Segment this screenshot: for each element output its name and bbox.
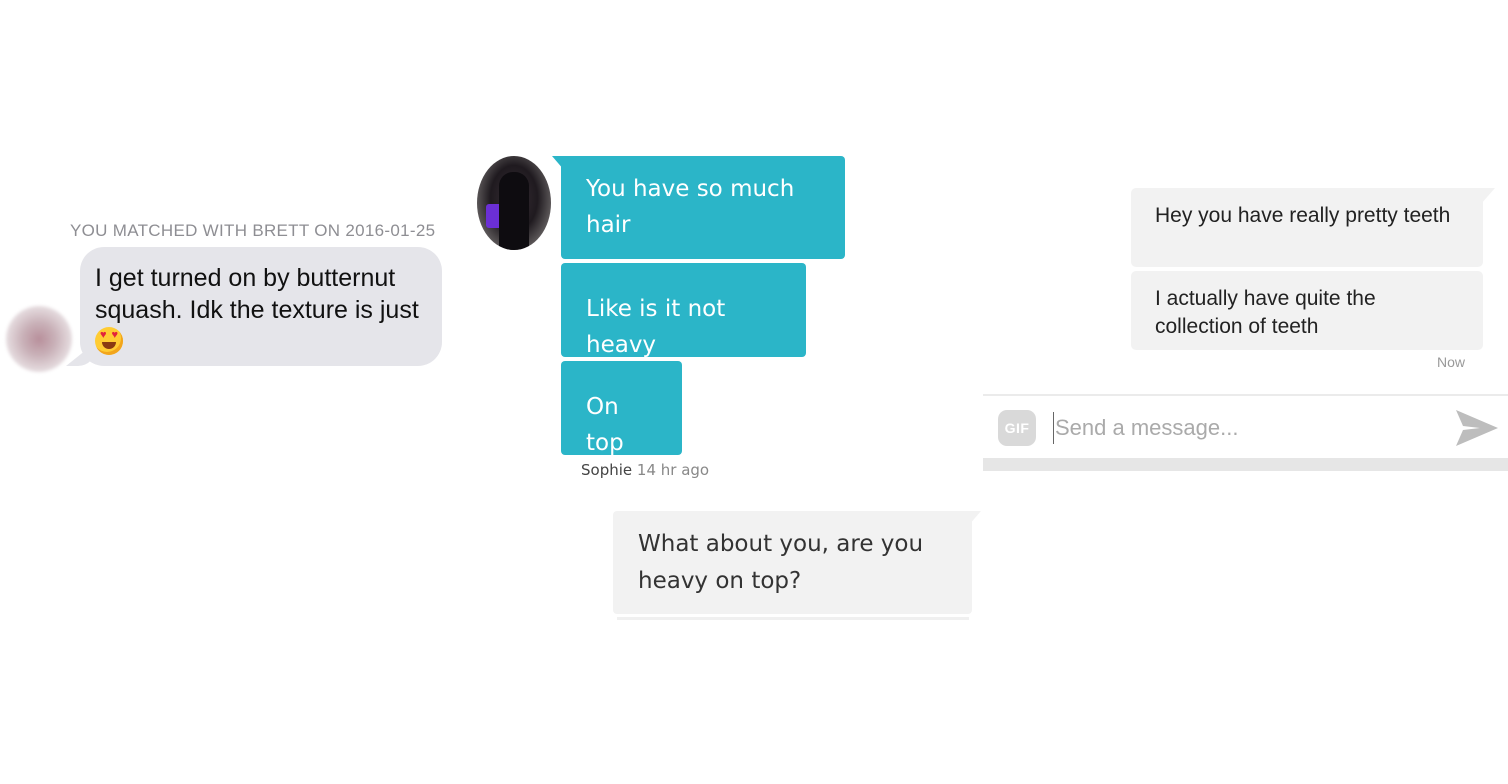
message-text: You have so much hair <box>586 176 795 238</box>
reply-message-bubble: What about you, are you heavy on top? <box>613 511 972 614</box>
message-input[interactable] <box>1053 412 1433 444</box>
sent-message-bubble: On top <box>561 361 682 456</box>
gif-button[interactable]: GIF <box>998 410 1036 446</box>
heart-eyes-emoji-icon <box>95 327 123 355</box>
send-button[interactable] <box>1454 406 1500 450</box>
contact-avatar[interactable] <box>6 306 72 372</box>
message-timestamp: Now <box>1436 354 1465 370</box>
message-text: What about you, are you heavy on top? <box>638 531 924 594</box>
message-text: Hey you have really pretty teeth <box>1155 204 1451 227</box>
sent-message-bubble: Hey you have really pretty teeth <box>1131 188 1483 267</box>
sent-message-bubble: Like is it not heavy <box>561 263 806 358</box>
imessage-panel: YOU MATCHED WITH BRETT ON 2016-01-25 I g… <box>0 0 470 784</box>
sent-message-bubble: I actually have quite the collection of … <box>1131 271 1483 350</box>
sender-avatar[interactable] <box>477 156 551 250</box>
message-text: I get turned on by butternut squash. Idk… <box>95 264 419 324</box>
message-text: I actually have quite the collection of … <box>1155 287 1376 338</box>
bubble-divider <box>617 617 969 620</box>
received-message-bubble: I get turned on by butternut squash. Idk… <box>80 247 442 366</box>
composer-bottom-bar <box>983 458 1508 471</box>
match-header: YOU MATCHED WITH BRETT ON 2016-01-25 <box>70 221 436 240</box>
sender-time: 14 hr ago <box>636 461 710 479</box>
sender-name: Sophie <box>581 461 633 479</box>
sent-message-bubble: You have so much hair <box>561 156 845 259</box>
send-arrow-icon <box>1456 410 1498 446</box>
message-text: Like is it not heavy <box>586 296 726 358</box>
sender-meta: Sophie 14 hr ago <box>581 461 709 479</box>
message-text: On top <box>586 394 624 456</box>
